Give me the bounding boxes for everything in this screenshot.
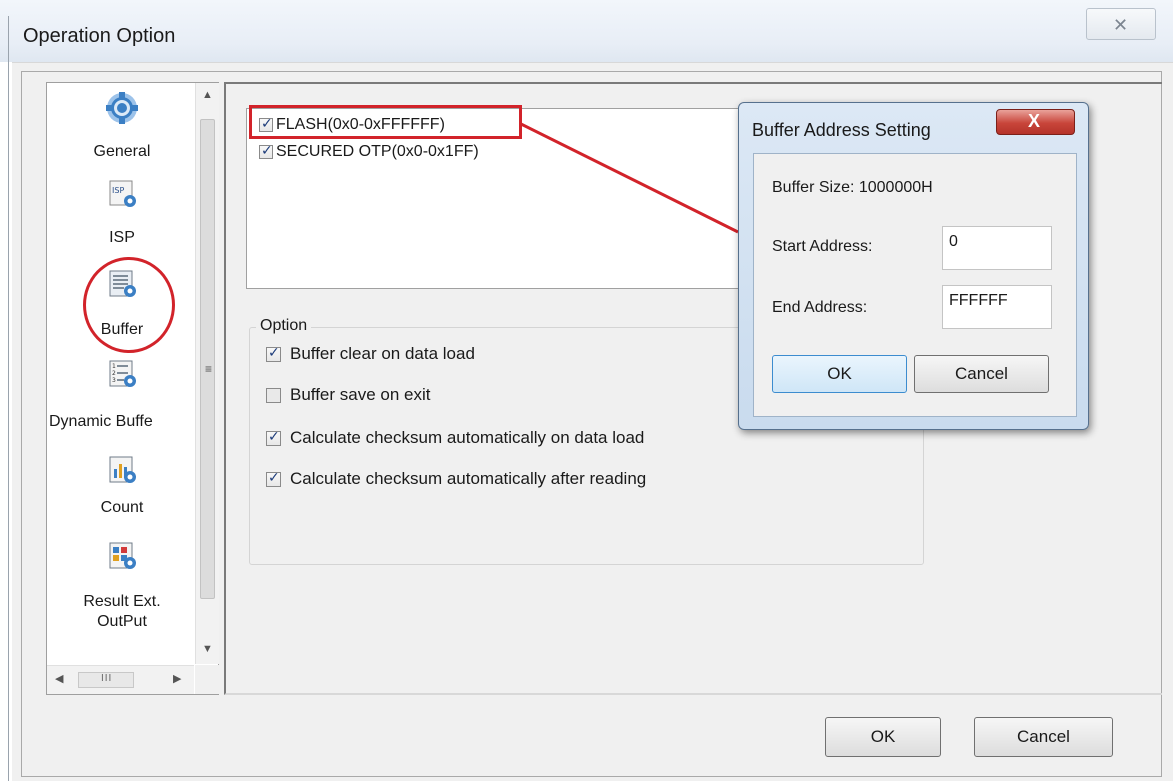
window-close-button[interactable]: ✕ [1086,8,1156,40]
checksum-on-load-checkbox[interactable] [266,428,281,447]
nav-label-count: Count [100,499,144,516]
buffer-save-checkbox[interactable] [266,388,281,404]
nav-vertical-scrollbar[interactable]: ▲ ≡ ▼ [195,83,219,664]
list-item-secured-otp[interactable]: SECURED OTP(0x0-0x1FF) [259,142,479,161]
gear-icon [106,92,138,124]
dialog-cancel-button[interactable]: Cancel [914,355,1049,393]
hscroll-grip-icon: III [101,673,113,684]
operation-option-window: Operation Option ✕ General ISP ISP Buffe… [0,0,1173,781]
nav-label-dynamic-buffer: Dynamic Buffe [49,413,153,430]
nav-scroll-thumb[interactable]: ≡ [200,119,215,599]
count-chart-icon [109,456,136,483]
nav-item-count[interactable]: Count [47,455,197,535]
dialog-title: Buffer Address Setting [752,120,931,140]
start-address-input[interactable]: 0 [942,226,1052,270]
ok-button[interactable]: OK [825,717,941,757]
secured-otp-label: SECURED OTP(0x0-0x1FF) [276,143,479,160]
title-bar[interactable]: Operation Option ✕ [0,0,1173,62]
close-icon: ✕ [1113,15,1129,35]
nav-hscroll-thumb[interactable]: III [78,672,134,688]
svg-text:ISP: ISP [112,186,124,195]
option-checksum-on-load[interactable]: Calculate checksum automatically on data… [266,428,644,448]
buffer-save-label: Buffer save on exit [290,385,431,404]
scroll-up-arrow-icon[interactable]: ▲ [202,89,213,101]
result-output-icon [109,542,136,569]
secured-otp-checkbox[interactable] [259,142,273,159]
end-address-input[interactable]: FFFFFF [942,285,1052,329]
nav-horizontal-scrollbar[interactable]: ◀ III ▶ [47,665,194,694]
nav-label-isp: ISP [109,229,135,246]
scroll-right-arrow-icon[interactable]: ▶ [173,672,181,685]
scrollbar-corner [195,665,219,694]
end-address-label: End Address: [772,299,868,316]
nav-item-result-output[interactable]: Result Ext. OutPut [47,541,197,641]
category-nav: General ISP ISP Buffer 123 Dynamic Buffe… [46,82,219,695]
cancel-button[interactable]: Cancel [974,717,1113,757]
svg-text:2: 2 [112,370,116,377]
buffer-highlight-circle [83,257,175,353]
dialog-close-button[interactable]: X [996,109,1075,135]
close-icon: X [1028,111,1041,131]
checksum-after-read-label: Calculate checksum automatically after r… [290,469,647,488]
option-checksum-after-read[interactable]: Calculate checksum automatically after r… [266,469,646,489]
nav-item-dynamic-buffer[interactable]: 123 Dynamic Buffe [47,359,197,443]
nav-label-result-ext: Result Ext. [83,593,161,610]
isp-icon: ISP [109,180,136,207]
nav-item-isp[interactable]: ISP ISP [47,179,197,259]
buffer-clear-checkbox[interactable] [266,344,281,363]
svg-text:1: 1 [112,363,116,370]
option-buffer-save[interactable]: Buffer save on exit [266,385,431,405]
nav-item-general[interactable]: General [47,91,197,175]
nav-label-general: General [93,143,151,160]
dynamic-buffer-icon: 123 [109,360,136,387]
buffer-size-label: Buffer Size: 1000000H [772,179,933,196]
scroll-grip-icon: ≡ [205,362,213,376]
buffer-clear-label: Buffer clear on data load [290,344,475,363]
window-title: Operation Option [23,25,176,47]
option-buffer-clear[interactable]: Buffer clear on data load [266,344,475,364]
start-address-label: Start Address: [772,238,873,255]
flash-highlight-box [249,105,522,139]
svg-text:3: 3 [112,377,116,384]
option-group-title: Option [256,317,312,335]
dialog-ok-button[interactable]: OK [772,355,907,393]
scroll-left-arrow-icon[interactable]: ◀ [55,672,63,685]
checksum-on-load-label: Calculate checksum automatically on data… [290,428,645,447]
checksum-after-read-checkbox[interactable] [266,469,281,488]
window-left-edge [8,16,11,781]
scroll-down-arrow-icon[interactable]: ▼ [202,643,213,655]
nav-label-output: OutPut [97,613,147,630]
